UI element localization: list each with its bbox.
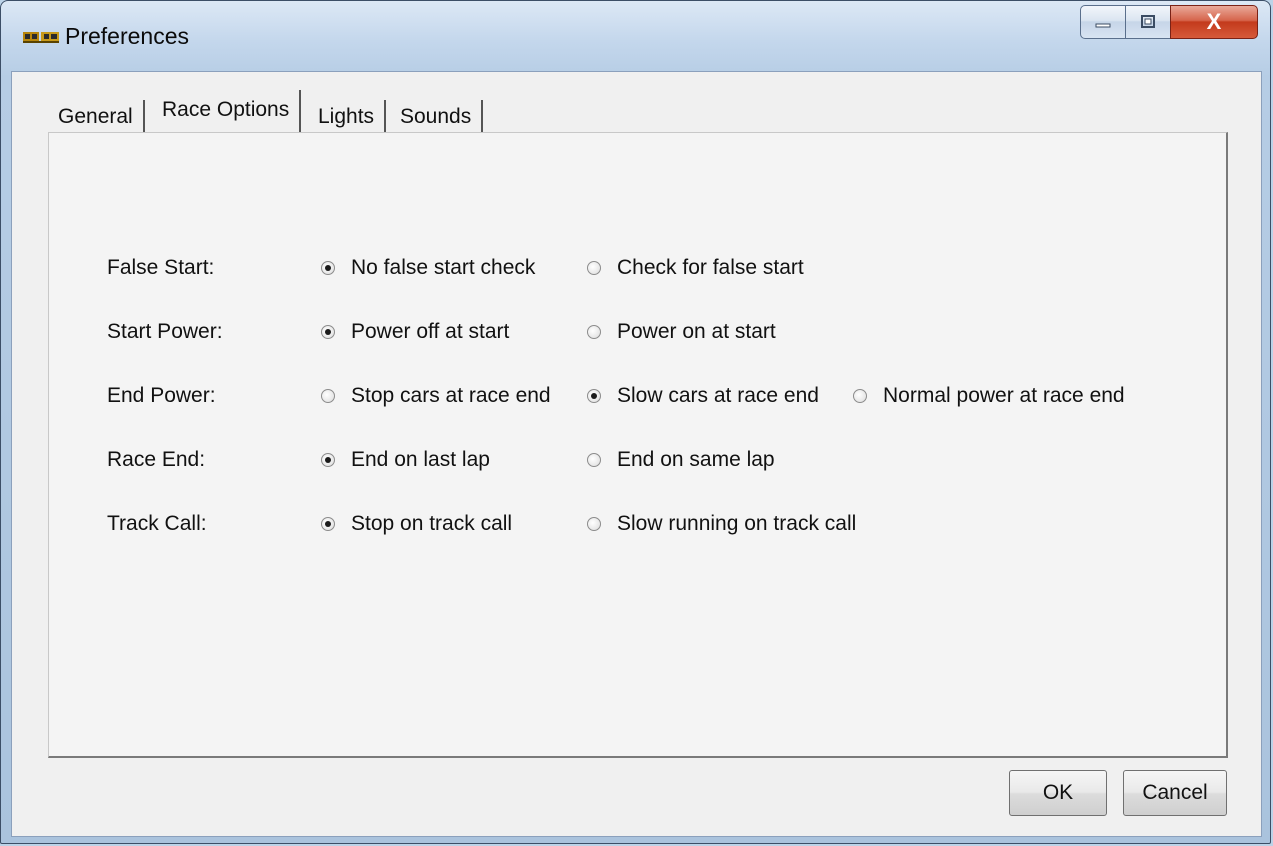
radio-label: Stop on track call [351, 512, 513, 535]
radio-button-checked[interactable] [321, 325, 335, 339]
radio-button[interactable] [587, 517, 601, 531]
setting-row-race-end: Race End: End on last lap End on same la… [49, 445, 1226, 475]
race-options-panel: False Start: No false start check Check … [48, 132, 1228, 758]
setting-row-start-power: Start Power: Power off at start Power on… [49, 317, 1226, 347]
radio-slow-running-on-track-call[interactable]: Slow running on track call [587, 509, 856, 539]
radio-label: Power off at start [351, 320, 510, 343]
preferences-window: Preferences X General Race Options Light… [0, 0, 1271, 844]
tab-label: Lights [318, 105, 375, 128]
caption-buttons: X [1080, 5, 1258, 41]
tab-lights[interactable]: Lights [308, 100, 387, 134]
radio-check-for-false-start[interactable]: Check for false start [587, 253, 804, 283]
tab-label: Race Options [162, 98, 290, 121]
radio-button[interactable] [587, 325, 601, 339]
setting-label: End Power: [107, 384, 216, 407]
tab-label: General [58, 105, 133, 128]
radio-label: No false start check [351, 256, 536, 279]
radio-label: Stop cars at race end [351, 384, 551, 407]
radio-button[interactable] [587, 261, 601, 275]
tab-race-options[interactable]: Race Options [152, 90, 302, 134]
window-title: Preferences [65, 23, 190, 49]
setting-label: Start Power: [107, 320, 223, 343]
radio-no-false-start-check[interactable]: No false start check [321, 253, 535, 283]
radio-label: Power on at start [617, 320, 776, 343]
radio-button[interactable] [587, 453, 601, 467]
tab-general[interactable]: General [48, 100, 145, 134]
radio-power-off-at-start[interactable]: Power off at start [321, 317, 509, 347]
radio-button-checked[interactable] [321, 517, 335, 531]
radio-button[interactable] [321, 389, 335, 403]
minimize-button[interactable] [1080, 5, 1126, 39]
radio-power-on-at-start[interactable]: Power on at start [587, 317, 776, 347]
radio-button-checked[interactable] [321, 261, 335, 275]
cancel-button[interactable]: Cancel [1123, 770, 1227, 816]
tab-sounds[interactable]: Sounds [390, 100, 484, 134]
radio-label: Slow running on track call [617, 512, 857, 535]
radio-stop-cars-at-race-end[interactable]: Stop cars at race end [321, 381, 551, 411]
setting-row-track-call: Track Call: Stop on track call Slow runn… [49, 509, 1226, 539]
ok-button[interactable]: OK [1009, 770, 1107, 816]
minimize-icon [1095, 23, 1111, 28]
radio-end-on-same-lap[interactable]: End on same lap [587, 445, 775, 475]
radio-button-checked[interactable] [321, 453, 335, 467]
radio-button[interactable] [853, 389, 867, 403]
radio-end-on-last-lap[interactable]: End on last lap [321, 445, 490, 475]
radio-slow-cars-at-race-end[interactable]: Slow cars at race end [587, 381, 819, 411]
radio-normal-power-at-race-end[interactable]: Normal power at race end [853, 381, 1125, 411]
close-button[interactable]: X [1170, 5, 1258, 39]
maximize-icon [1141, 15, 1155, 28]
race-car-icon [23, 32, 59, 43]
maximize-button[interactable] [1125, 5, 1171, 39]
tab-label: Sounds [400, 105, 472, 128]
radio-label: End on last lap [351, 448, 490, 471]
close-icon: X [1206, 9, 1222, 34]
title-bar[interactable]: Preferences X [1, 1, 1270, 71]
radio-label: Normal power at race end [883, 384, 1125, 407]
setting-label: Track Call: [107, 512, 207, 535]
setting-row-end-power: End Power: Stop cars at race end Slow ca… [49, 381, 1226, 411]
radio-label: End on same lap [617, 448, 775, 471]
radio-label: Slow cars at race end [617, 384, 819, 407]
setting-label: False Start: [107, 256, 215, 279]
radio-stop-on-track-call[interactable]: Stop on track call [321, 509, 512, 539]
setting-label: Race End: [107, 448, 206, 471]
radio-button-checked[interactable] [587, 389, 601, 403]
radio-label: Check for false start [617, 256, 804, 279]
setting-row-false-start: False Start: No false start check Check … [49, 253, 1226, 283]
dialog-client-area: General Race Options Lights Sounds False… [11, 71, 1262, 837]
